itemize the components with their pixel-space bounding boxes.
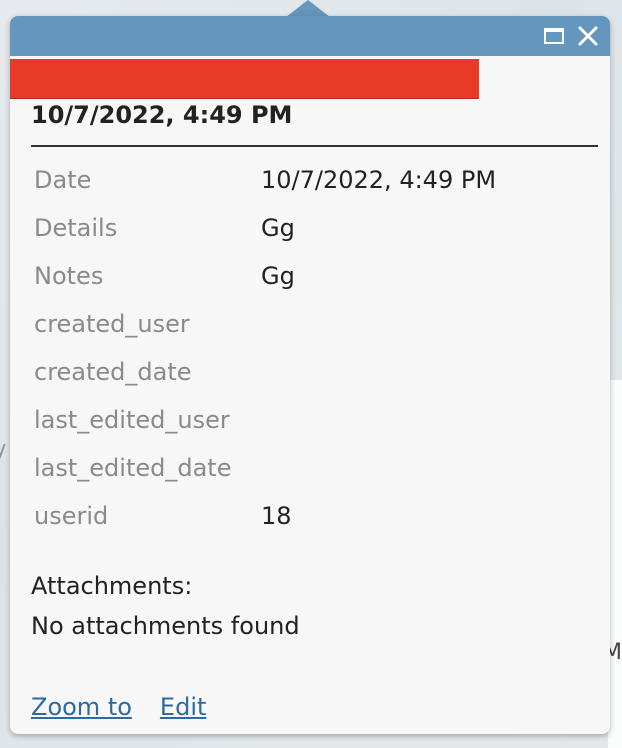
attribute-name: Date — [34, 166, 92, 194]
attribute-value: Gg — [261, 262, 295, 290]
redaction-bar — [10, 59, 479, 99]
attachments-status: No attachments found — [31, 612, 300, 640]
popup-actions: Zoom to Edit — [31, 693, 206, 721]
attribute-name: created_date — [34, 358, 192, 386]
attribute-name: last_edited_user — [34, 406, 230, 434]
maximize-icon — [544, 28, 564, 44]
zoom-to-link[interactable]: Zoom to — [31, 693, 132, 721]
table-row: last_edited_date — [34, 444, 594, 492]
attribute-value — [261, 348, 594, 396]
popup-pointer — [286, 0, 330, 17]
attribute-table: Date 10/7/2022, 4:49 PM Details Gg Notes… — [34, 156, 594, 540]
attribute-value — [261, 396, 594, 444]
popup-title: 10/7/2022, 4:49 PM — [31, 101, 293, 129]
map-road — [608, 380, 622, 748]
table-row: last_edited_user — [34, 396, 594, 444]
attribute-value: 18 — [261, 502, 292, 530]
table-row: Notes Gg — [34, 252, 594, 300]
feature-popup: 10/7/2022, 4:49 PM Date 10/7/2022, 4:49 … — [10, 16, 610, 734]
attachments-label: Attachments: — [31, 572, 193, 600]
table-row: created_date — [34, 348, 594, 396]
table-row: Details Gg — [34, 204, 594, 252]
attribute-name: last_edited_date — [34, 454, 232, 482]
table-row: created_user — [34, 300, 594, 348]
close-icon — [578, 26, 598, 46]
attribute-name: Details — [34, 214, 118, 242]
attribute-value — [261, 300, 594, 348]
attribute-name: userid — [34, 502, 109, 530]
popup-header — [10, 16, 610, 56]
close-button[interactable] — [576, 24, 600, 48]
title-divider — [31, 145, 598, 147]
attribute-value — [261, 444, 594, 492]
edit-link[interactable]: Edit — [160, 693, 206, 721]
attribute-name: created_user — [34, 310, 190, 338]
table-row: userid 18 — [34, 492, 594, 540]
attribute-name: Notes — [34, 262, 104, 290]
maximize-button[interactable] — [542, 24, 566, 48]
attribute-value: Gg — [261, 214, 295, 242]
attribute-value: 10/7/2022, 4:49 PM — [261, 166, 497, 194]
table-row: Date 10/7/2022, 4:49 PM — [34, 156, 594, 204]
